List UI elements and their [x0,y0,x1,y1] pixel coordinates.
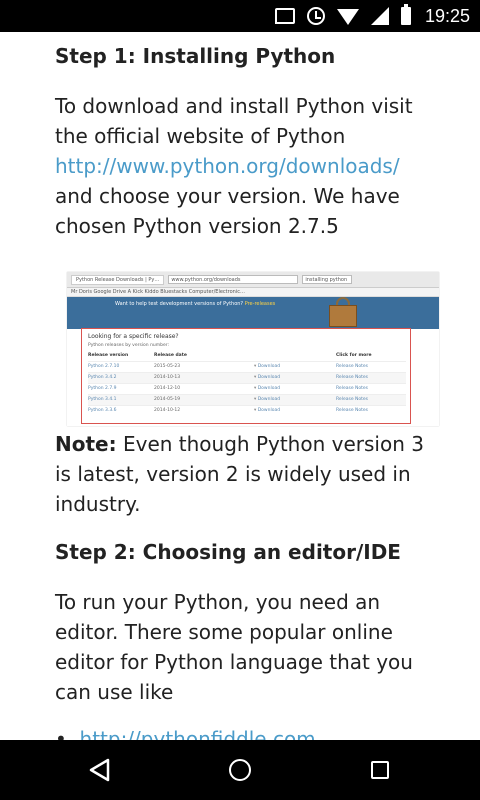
article-content[interactable]: Step 1: Installing Python To download an… [0,32,480,740]
step2-paragraph: To run your Python, you need an editor. … [55,590,413,704]
row-download: Download [254,404,336,416]
browser-tab: Python Release Downloads | Py… [71,274,165,285]
col-notes: Click for more [336,353,372,359]
crate-icon [329,305,357,327]
browser-url: www.python.org/downloads [168,275,299,284]
row-date: 2014-10-13 [154,371,254,383]
release-box: Looking for a specific release? Python r… [81,328,411,424]
browser-bookmarks: Mr Doris Google Drive A Kick Kiddo Blues… [67,288,439,297]
signal-icon [370,7,389,25]
banner-link: Pre-releases [244,301,276,307]
table-row: Python 3.4.1 2014-05-19 Download Release… [88,393,406,405]
banner-text: Want to help test development versions o… [115,301,275,307]
python-downloads-link[interactable]: http://www.python.org/downloads/ [55,154,400,178]
recents-icon [371,761,389,779]
note-paragraph: Note: Even though Python version 3 is la… [55,429,435,519]
wifi-icon [336,9,359,25]
status-bar: 19:25 [0,0,480,32]
status-icons: 19:25 [274,0,470,32]
navigation-bar [0,740,480,800]
step1-text-continued: and choose your version. We have chosen … [55,184,400,238]
browser-tabbar: Python Release Downloads | Py… www.pytho… [67,272,439,288]
row-notes: Release Notes [336,382,406,394]
battery-icon [400,4,411,25]
alarm-icon [306,7,325,25]
python-downloads-screenshot: Python Release Downloads | Py… www.pytho… [67,272,439,426]
pythonfiddle-link[interactable]: http://pythonfiddle.com [80,727,316,740]
release-box-title: Looking for a specific release? [88,333,179,340]
release-box-subtitle: Python releases by version number: [88,343,170,348]
note-label: Note: [55,432,117,456]
home-button[interactable] [228,758,252,782]
row-notes: Release Notes [336,360,406,372]
row-version: Python 2.7.10 [88,360,154,372]
recents-button[interactable] [368,758,392,782]
cast-icon [274,8,295,24]
col-date: Release date [154,353,187,359]
step2-heading: Step 2: Choosing an editor/IDE [55,540,401,564]
row-download: Download [254,360,336,372]
table-row: Python 2.7.9 2014-12-10 Download Release… [88,382,406,394]
home-icon [229,759,251,781]
row-download: Download [254,393,336,405]
table-row: Python 2.7.10 2015-05-23 Download Releas… [88,360,406,372]
step1-heading: Step 1: Installing Python [55,44,336,68]
col-version: Release version [88,353,129,359]
row-notes: Release Notes [336,393,406,405]
row-notes: Release Notes [336,404,406,416]
row-version: Python 3.3.6 [88,404,154,416]
clock: 19:25 [424,5,470,26]
release-table-header: Release version Release date Click for m… [88,351,406,361]
col-download [254,351,336,361]
bullet-icon: • [55,727,80,740]
step1-paragraph: To download and install Python visit the… [55,91,435,241]
table-row: Python 3.3.6 2014-10-12 Download Release… [88,404,406,416]
back-icon [89,758,110,782]
row-date: 2015-05-23 [154,360,254,372]
release-table: Release version Release date Click for m… [88,351,406,416]
step1-text: To download and install Python visit the… [55,94,413,148]
row-date: 2014-10-12 [154,404,254,416]
row-download: Download [254,371,336,383]
bullet-list-item: • http://pythonfiddle.com [55,724,435,740]
row-version: Python 3.4.1 [88,393,154,405]
row-version: Python 3.4.2 [88,371,154,383]
python-banner: Want to help test development versions o… [67,297,439,329]
row-date: 2014-12-10 [154,382,254,394]
banner-message: Want to help test development versions o… [115,301,244,307]
row-download: Download [254,382,336,394]
table-row: Python 3.4.2 2014-10-13 Download Release… [88,371,406,383]
row-notes: Release Notes [336,371,406,383]
row-date: 2014-05-19 [154,393,254,405]
back-button[interactable] [88,758,112,782]
row-version: Python 2.7.9 [88,382,154,394]
browser-search: installing python [302,275,353,284]
